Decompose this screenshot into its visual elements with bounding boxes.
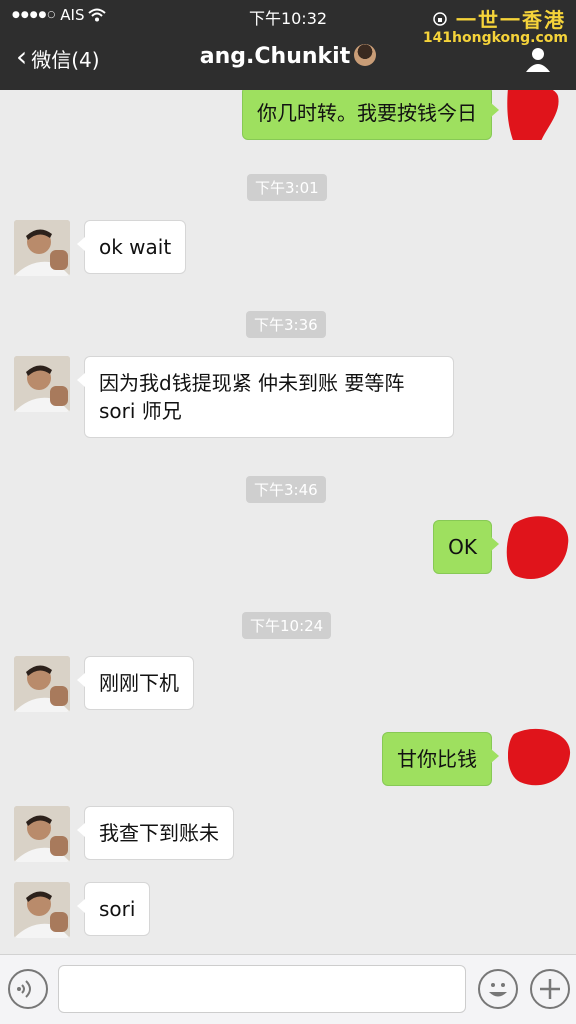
my-avatar-redacted	[504, 90, 560, 140]
plus-button[interactable]	[530, 969, 570, 1009]
contact-avatar[interactable]	[14, 356, 70, 412]
incoming-message[interactable]: 因为我d钱提现紧 仲未到账 要等阵 sori 师兄	[77, 356, 454, 438]
timestamp: 下午3:46	[246, 476, 326, 503]
chat-title-text: ang.Chunkit	[199, 44, 351, 69]
nav-bar: ‹ 微信(4) ang.Chunkit 141hongkong.com	[0, 30, 576, 90]
incoming-message[interactable]: 我查下到账未	[77, 806, 234, 860]
contact-avatar[interactable]	[14, 806, 70, 862]
outgoing-message[interactable]: OK	[433, 520, 499, 574]
timestamp: 下午3:36	[246, 311, 326, 338]
timestamp: 下午10:24	[242, 612, 332, 639]
chat-area[interactable]: 你几时转。我要按钱今日 下午3:01 ok wait 下午3:36 因为我d钱提…	[0, 90, 576, 954]
contact-emoji-icon	[354, 44, 377, 66]
input-bar	[0, 954, 576, 1024]
smiley-icon	[489, 983, 507, 997]
incoming-message[interactable]: sori	[76, 882, 151, 936]
my-avatar-redacted	[506, 514, 572, 584]
voice-icon	[17, 980, 31, 998]
my-avatar-redacted	[508, 726, 574, 790]
incoming-message[interactable]: 刚刚下机	[77, 656, 194, 710]
contact-avatar[interactable]	[14, 656, 70, 712]
chat-title: ang.Chunkit	[0, 44, 576, 69]
status-right: 一世一香港	[432, 4, 566, 33]
outgoing-message[interactable]: 你几时转。我要按钱今日	[242, 90, 499, 140]
outgoing-message[interactable]: 甘你比钱	[382, 732, 499, 786]
contact-avatar[interactable]	[14, 220, 70, 276]
message-input[interactable]	[58, 965, 466, 1013]
person-icon[interactable]	[524, 44, 552, 74]
rotation-lock-icon	[433, 11, 447, 26]
timestamp: 下午3:01	[247, 174, 327, 201]
watermark-logo: 一世一香港	[456, 8, 566, 32]
emoji-button[interactable]	[478, 969, 518, 1009]
status-bar: ●●●●○ AIS 下午10:32 一世一香港	[0, 0, 576, 33]
plus-icon	[540, 979, 560, 999]
incoming-message[interactable]: ok wait	[76, 220, 187, 274]
voice-button[interactable]	[8, 969, 48, 1009]
contact-avatar[interactable]	[14, 882, 70, 938]
